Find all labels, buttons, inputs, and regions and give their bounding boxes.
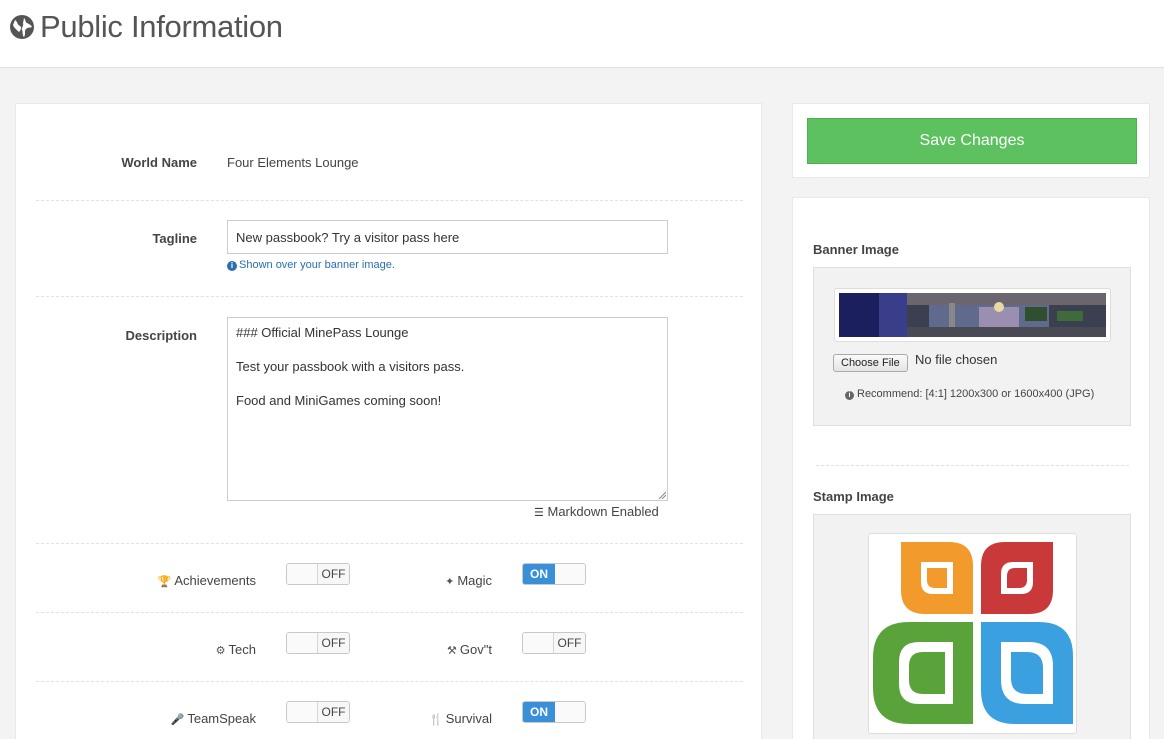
save-panel: Save Changes xyxy=(792,103,1150,178)
toggle-on-label: ON xyxy=(523,702,555,722)
microphone-icon: 🎤 xyxy=(170,714,185,726)
resize-grip-icon[interactable] xyxy=(658,491,666,499)
toggle-label-tech: ⚙ Tech xyxy=(116,642,256,657)
toggle-label-text: Gov"t xyxy=(459,642,492,657)
page-header: Public Information xyxy=(0,0,1164,68)
gavel-icon: ⚒ xyxy=(447,645,457,657)
toggle-label-govt: ⚒ Gov"t xyxy=(351,642,492,657)
toggle-label-teamspeak: 🎤 TeamSpeak xyxy=(116,711,256,726)
divider xyxy=(36,296,743,297)
tagline-input[interactable] xyxy=(227,220,668,254)
tagline-help-text: Shown over your banner image. xyxy=(239,259,395,271)
tagline-label: Tagline xyxy=(152,231,197,246)
world-name-label: World Name xyxy=(121,155,197,170)
markdown-note: ☰ Markdown Enabled xyxy=(534,504,659,519)
banner-recommend: i Recommend: [4:1] 1200x300 or 1600x400 (… xyxy=(845,388,1094,400)
description-textarea[interactable]: ### Official MinePass Lounge Test your p… xyxy=(227,317,668,501)
banner-preview xyxy=(834,288,1111,342)
toggle-off-label: OFF xyxy=(553,633,585,653)
description-line: Test your passbook with a visitors pass. xyxy=(236,359,465,374)
magic-toggle[interactable]: ON xyxy=(522,563,586,585)
toggle-label-survival: 🍴 Survival xyxy=(351,711,492,726)
toggle-off-label: OFF xyxy=(317,564,349,584)
list-icon: ☰ xyxy=(534,507,544,519)
stamp-preview xyxy=(868,533,1077,734)
govt-toggle[interactable]: OFF xyxy=(522,632,586,654)
choose-file-button[interactable]: Choose File xyxy=(833,354,908,372)
banner-recommend-text: Recommend: [4:1] 1200x300 or 1600x400 (J… xyxy=(857,388,1095,400)
toggle-on-label: ON xyxy=(523,564,555,584)
divider xyxy=(816,465,1129,466)
toggle-knob xyxy=(287,702,319,722)
stamp-well xyxy=(813,514,1131,739)
cutlery-icon: 🍴 xyxy=(429,714,443,726)
teamspeak-toggle[interactable]: OFF xyxy=(286,701,350,723)
description-line: Food and MiniGames coming soon! xyxy=(236,393,442,408)
banner-image-title: Banner Image xyxy=(813,242,899,257)
toggle-knob xyxy=(523,633,555,653)
info-icon: i xyxy=(227,261,237,271)
toggle-knob xyxy=(555,564,585,584)
toggle-off-label: OFF xyxy=(317,633,349,653)
stamp-image-title: Stamp Image xyxy=(813,489,894,504)
divider xyxy=(36,681,743,682)
description-label: Description xyxy=(125,328,197,343)
tagline-help: i Shown over your banner image. xyxy=(227,259,395,271)
divider xyxy=(36,543,743,544)
toggle-label-achievements: 🏆 Achievements xyxy=(116,573,256,588)
banner-image xyxy=(839,293,1106,337)
toggle-knob xyxy=(287,564,319,584)
toggle-label-text: Survival xyxy=(445,711,492,726)
markdown-note-text: Markdown Enabled xyxy=(547,504,659,519)
divider xyxy=(36,612,743,613)
gears-icon: ⚙ xyxy=(215,645,226,657)
media-panel: Banner Image Choose File No file chosen … xyxy=(792,197,1150,739)
magic-wand-icon: ✦ xyxy=(445,576,455,588)
stamp-logo-image xyxy=(873,542,1073,724)
toggle-off-label: OFF xyxy=(317,702,349,722)
achievements-toggle[interactable]: OFF xyxy=(286,563,350,585)
description-line: ### Official MinePass Lounge xyxy=(236,325,409,340)
globe-icon xyxy=(10,15,34,39)
page-title: Public Information xyxy=(40,9,283,44)
form-panel: World Name Four Elements Lounge Tagline … xyxy=(15,103,762,739)
toggle-label-text: Achievements xyxy=(174,573,256,588)
world-name-value: Four Elements Lounge xyxy=(227,155,359,170)
save-changes-button[interactable]: Save Changes xyxy=(807,118,1137,164)
toggle-label-magic: ✦ Magic xyxy=(351,573,492,588)
divider xyxy=(36,200,743,201)
toggle-knob xyxy=(555,702,585,722)
banner-well: Choose File No file chosen i Recommend: [… xyxy=(813,267,1131,426)
toggle-label-text: TeamSpeak xyxy=(187,711,256,726)
tech-toggle[interactable]: OFF xyxy=(286,632,350,654)
survival-toggle[interactable]: ON xyxy=(522,701,586,723)
file-status: No file chosen xyxy=(915,352,998,367)
trophy-icon: 🏆 xyxy=(157,576,172,588)
toggle-label-text: Tech xyxy=(228,642,256,657)
info-icon: i xyxy=(845,391,854,400)
toggle-knob xyxy=(287,633,319,653)
toggle-label-text: Magic xyxy=(457,573,492,588)
